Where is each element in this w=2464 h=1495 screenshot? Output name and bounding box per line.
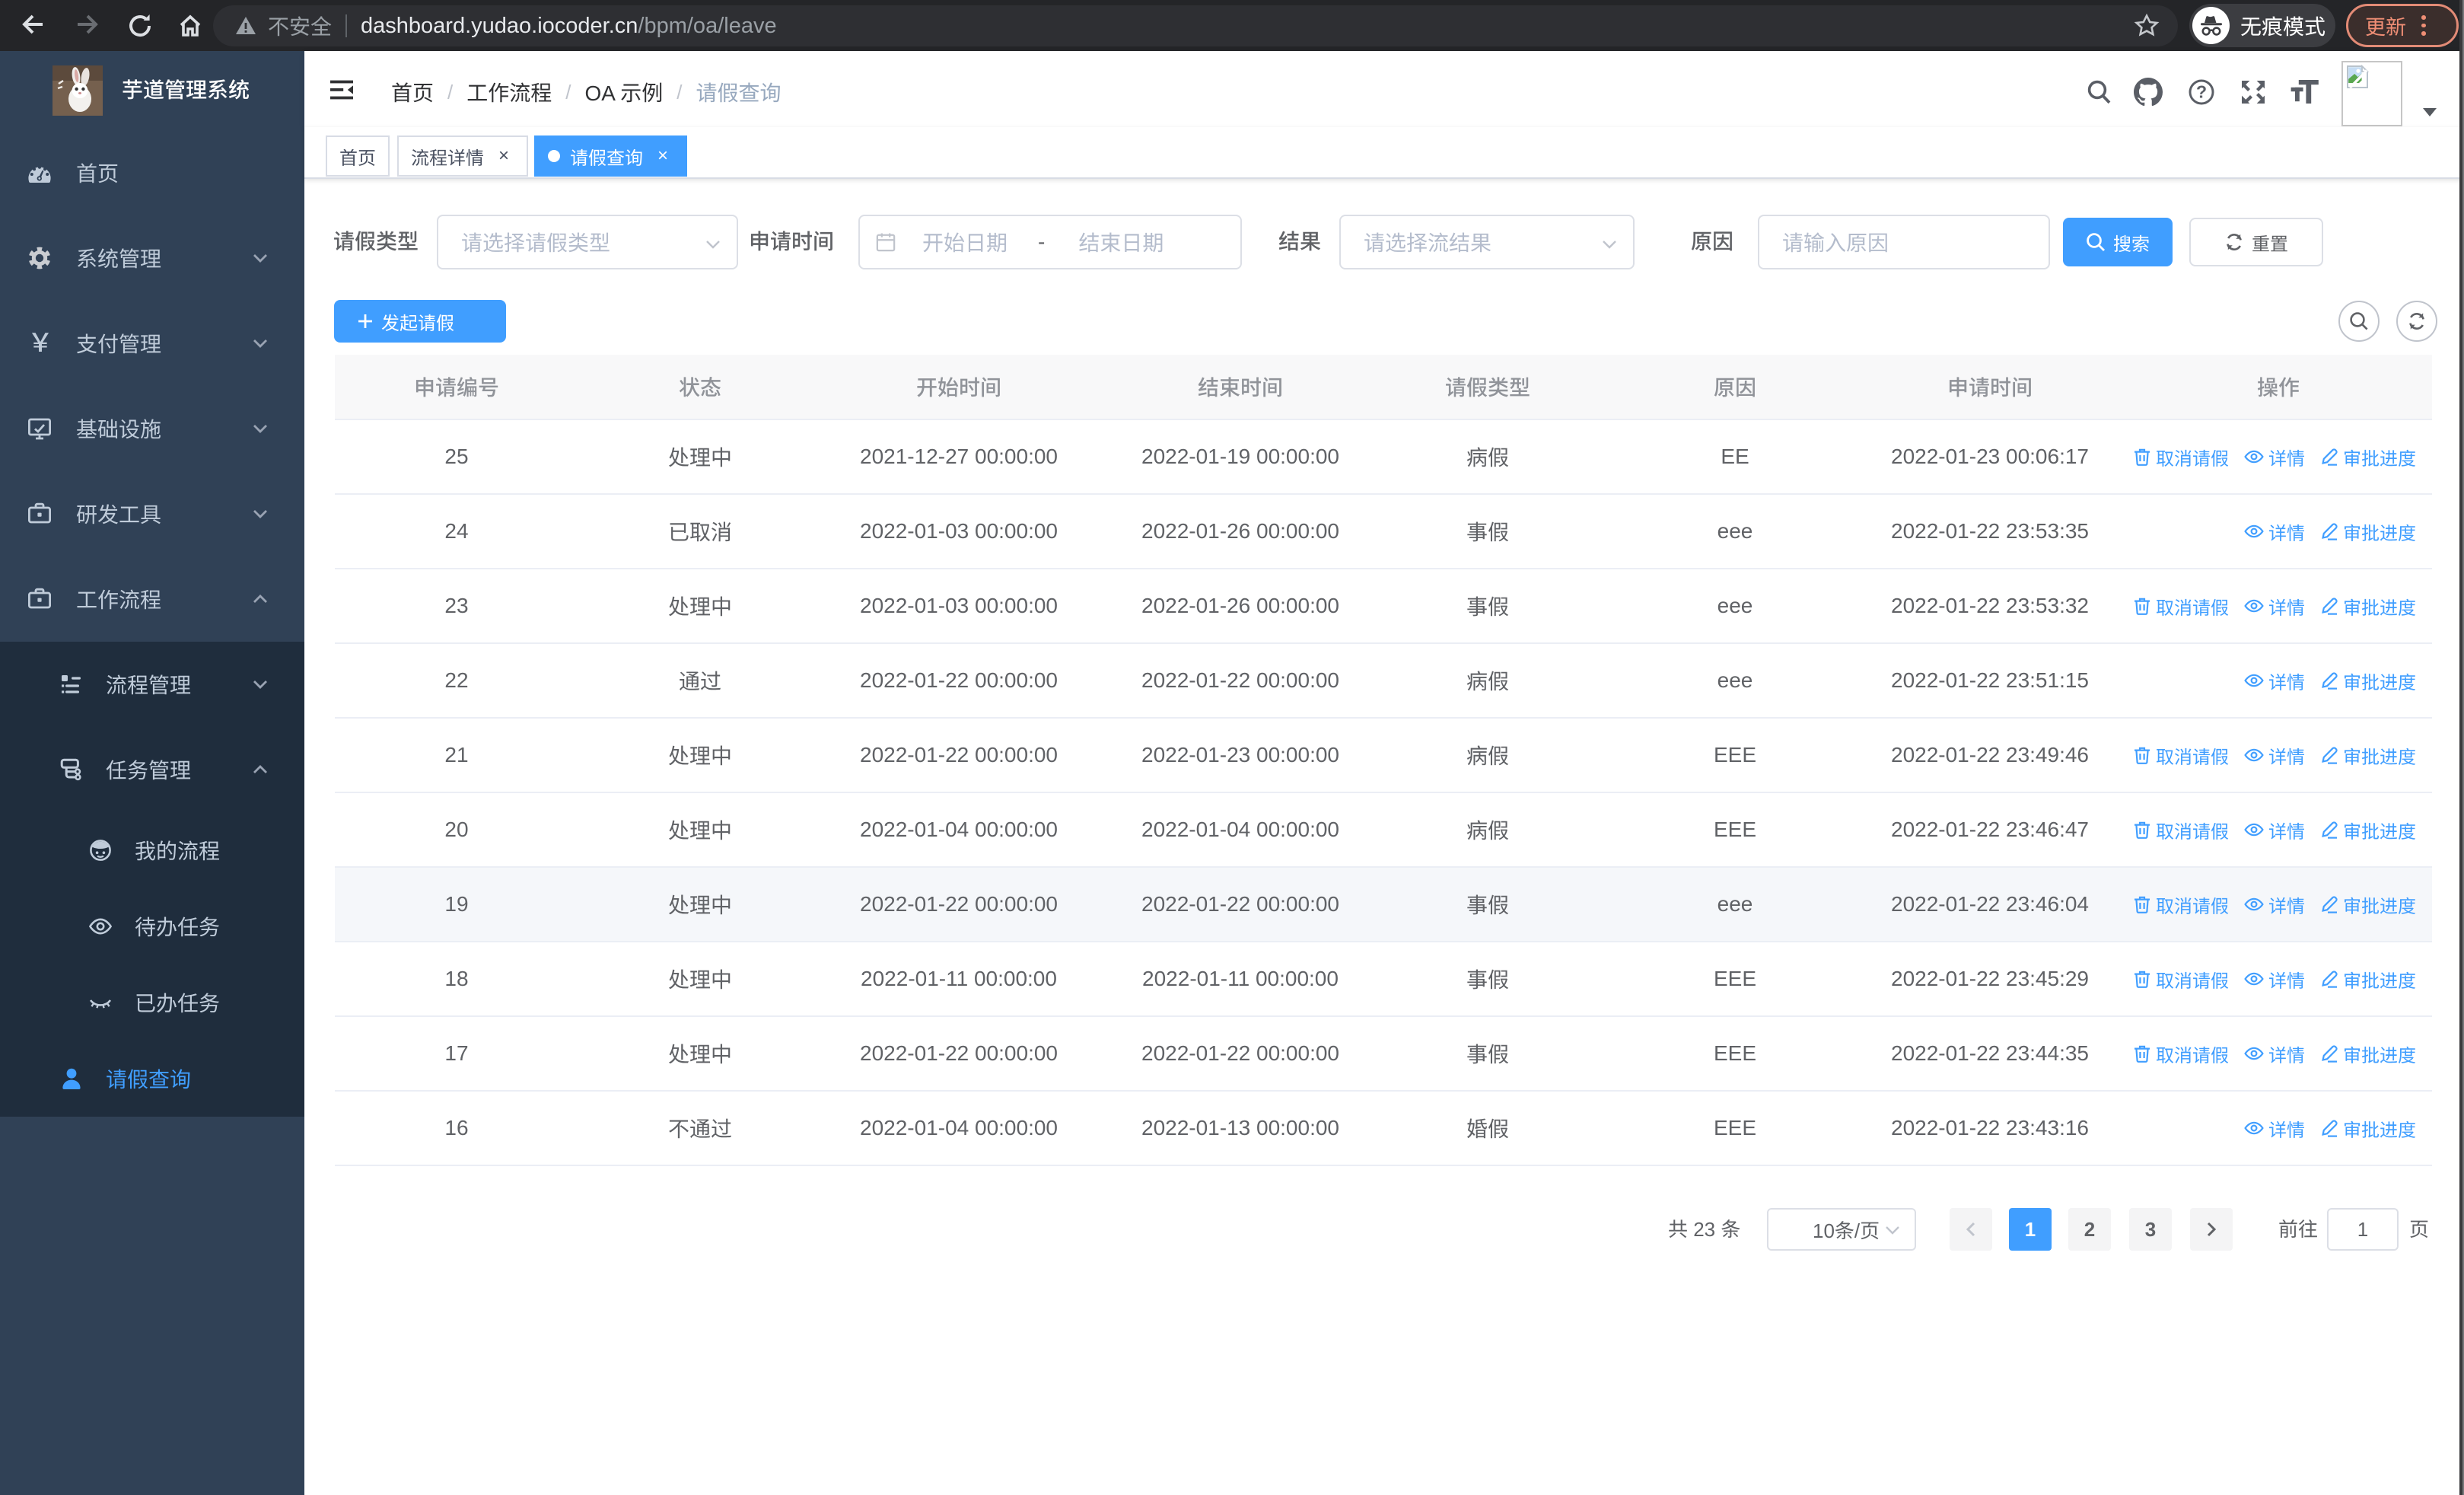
svg-text:?: ? [2196, 81, 2207, 101]
